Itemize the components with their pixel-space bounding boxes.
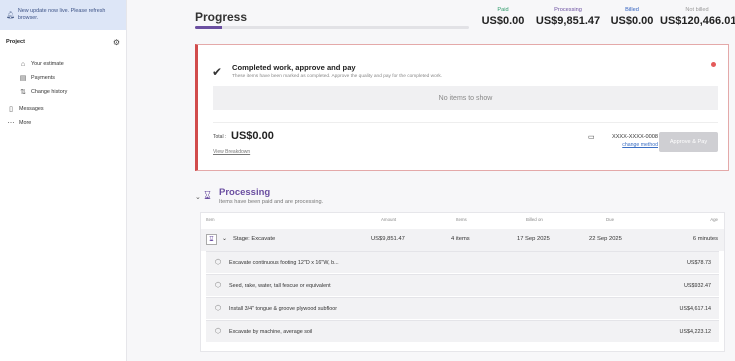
house-icon: ⌂ xyxy=(20,60,26,68)
sidebar-item-label: Messages xyxy=(19,106,44,112)
table-row[interactable]: ⬡ Excavate by machine, average soil US$4… xyxy=(206,320,719,342)
approve-pay-button[interactable]: Approve & Pay xyxy=(659,132,718,152)
processing-title: Processing xyxy=(219,187,271,198)
stat-processing-value: US$9,851.47 xyxy=(535,15,601,27)
completed-work-card: ✔︎ Completed work, approve and pay These… xyxy=(195,44,729,171)
stat-billed-value: US$0.00 xyxy=(610,15,654,27)
sidebar-item-change-history[interactable]: ⇅ Change history xyxy=(0,85,126,99)
sidebar-item-your-estimate[interactable]: ⌂ Your estimate xyxy=(0,57,126,71)
credit-card-icon: ▭ xyxy=(588,134,595,141)
stat-processing: Processing US$9,851.47 xyxy=(533,7,603,27)
line-item-value: US$78.73 xyxy=(687,260,711,266)
history-icon: ⇅ xyxy=(20,89,26,96)
update-banner[interactable]: 🔔︎ New update now live. Please refresh b… xyxy=(0,0,126,30)
line-item-value: US$932.47 xyxy=(684,283,711,289)
processing-subtitle: Items have been paid and are processing. xyxy=(219,199,324,205)
column-header-amount: Amount xyxy=(381,217,397,222)
progress-fill xyxy=(195,26,223,29)
column-header-due: Due xyxy=(606,217,615,222)
table-row[interactable]: ⬡ Seed, rake, water, tall fescue or equi… xyxy=(206,274,719,296)
stat-not-billed-label: Not billed xyxy=(685,7,709,13)
stage-name: Stage: Excavate xyxy=(233,236,276,242)
cash-icon: ▤ xyxy=(19,75,27,82)
completed-title: Completed work, approve and pay xyxy=(232,63,356,72)
message-icon: ▯ xyxy=(9,106,13,113)
line-item-name: Excavate by machine, average soil xyxy=(229,329,313,335)
line-item-name: Seed, rake, water, tall fescue or equiva… xyxy=(229,283,331,289)
line-item-value: US$4,617.14 xyxy=(679,306,711,312)
alert-dot xyxy=(711,62,716,67)
box-icon: ⬡ xyxy=(215,305,222,312)
stat-billed-label: Billed xyxy=(625,7,639,13)
column-header-age: Age xyxy=(710,217,718,222)
sidebar-item-label: Change history xyxy=(31,89,68,95)
empty-state: No items to show xyxy=(213,86,718,110)
total-label: Total : xyxy=(213,134,227,140)
card-number: XXXX-XXXX-0008 xyxy=(611,134,658,140)
line-item-name: Excavate continuous footing 12"D x 16"W,… xyxy=(229,260,339,266)
gear-icon[interactable]: ⚙ xyxy=(113,38,120,47)
hourglass-icon: ⌛︎ xyxy=(204,190,211,202)
more-dots-icon: ⋯ xyxy=(7,120,15,127)
bell-icon: 🔔︎ xyxy=(6,12,15,19)
stage-items: 4 items xyxy=(451,236,470,242)
page-title: Progress xyxy=(195,10,248,24)
box-icon: ⬡ xyxy=(215,259,222,266)
line-item-name: Install 3/4" tongue & groove plywood sub… xyxy=(229,306,337,312)
chevron-down-icon[interactable]: ⌄ xyxy=(195,193,201,201)
column-header-billed-on: Billed on xyxy=(526,217,543,222)
project-nav: ⌂ Your estimate ▤ Payments ⇅ Change hist… xyxy=(0,57,126,99)
sidebar-item-payments[interactable]: ▤ Payments xyxy=(0,71,126,85)
box-icon: ⬡ xyxy=(215,328,222,335)
project-header: Project ⚙ xyxy=(0,32,126,52)
stage-due: 22 Sep 2025 xyxy=(589,236,622,242)
stat-paid-value: US$0.00 xyxy=(481,15,525,27)
sidebar: 🔔︎ New update now live. Please refresh b… xyxy=(0,0,127,361)
sidebar-item-more[interactable]: ⋯ More xyxy=(0,116,126,130)
stage-amount: US$9,851.47 xyxy=(371,236,405,242)
line-item-value: US$4,223.12 xyxy=(679,329,711,335)
stage-age: 6 minutes xyxy=(692,236,718,242)
box-icon: ⬡ xyxy=(215,282,222,289)
completed-subtitle: These items have been marked as complete… xyxy=(232,74,443,79)
column-header-items: Items xyxy=(456,217,467,222)
table-row[interactable]: ⬡ Excavate continuous footing 12"D x 16"… xyxy=(206,251,719,273)
stat-not-billed-value: US$120,466.01 xyxy=(660,15,735,27)
chevron-down-icon[interactable]: ⌄ xyxy=(222,236,227,242)
sidebar-item-label: Payments xyxy=(31,75,55,81)
main-content: Progress Paid US$0.00 Processing US$9,85… xyxy=(127,0,735,361)
sidebar-item-label: More xyxy=(19,120,32,126)
progress-bar xyxy=(195,26,469,29)
column-header-item: Item xyxy=(206,217,215,222)
hourglass-icon: ⌛︎ xyxy=(206,234,217,245)
stage-row[interactable]: ⌛︎ ⌄ Stage: Excavate US$9,851.47 4 items… xyxy=(201,229,724,251)
stat-billed: Billed US$0.00 xyxy=(605,7,659,27)
stat-not-billed: Not billed US$120,466.01 xyxy=(660,7,735,27)
change-method-link[interactable]: change method xyxy=(598,142,658,148)
stage-billed-on: 17 Sep 2025 xyxy=(517,236,550,242)
sidebar-item-messages[interactable]: ▯ Messages xyxy=(0,102,126,116)
project-label: Project xyxy=(6,39,25,45)
table-row[interactable]: ⬡ Install 3/4" tongue & groove plywood s… xyxy=(206,297,719,319)
update-banner-text: New update now live. Please refresh brow… xyxy=(17,8,106,21)
processing-table: Item Amount Items Billed on Due Age ⌛︎ ⌄… xyxy=(200,212,725,352)
sidebar-item-label: Your estimate xyxy=(31,61,64,67)
stat-paid-label: Paid xyxy=(497,7,509,13)
check-circle-icon: ✔︎ xyxy=(212,65,223,79)
stat-paid: Paid US$0.00 xyxy=(475,7,531,27)
view-breakdown-link[interactable]: View Breakdown xyxy=(213,149,250,155)
total-value: US$0.00 xyxy=(231,130,274,142)
stat-processing-label: Processing xyxy=(554,7,582,13)
divider xyxy=(213,122,718,123)
